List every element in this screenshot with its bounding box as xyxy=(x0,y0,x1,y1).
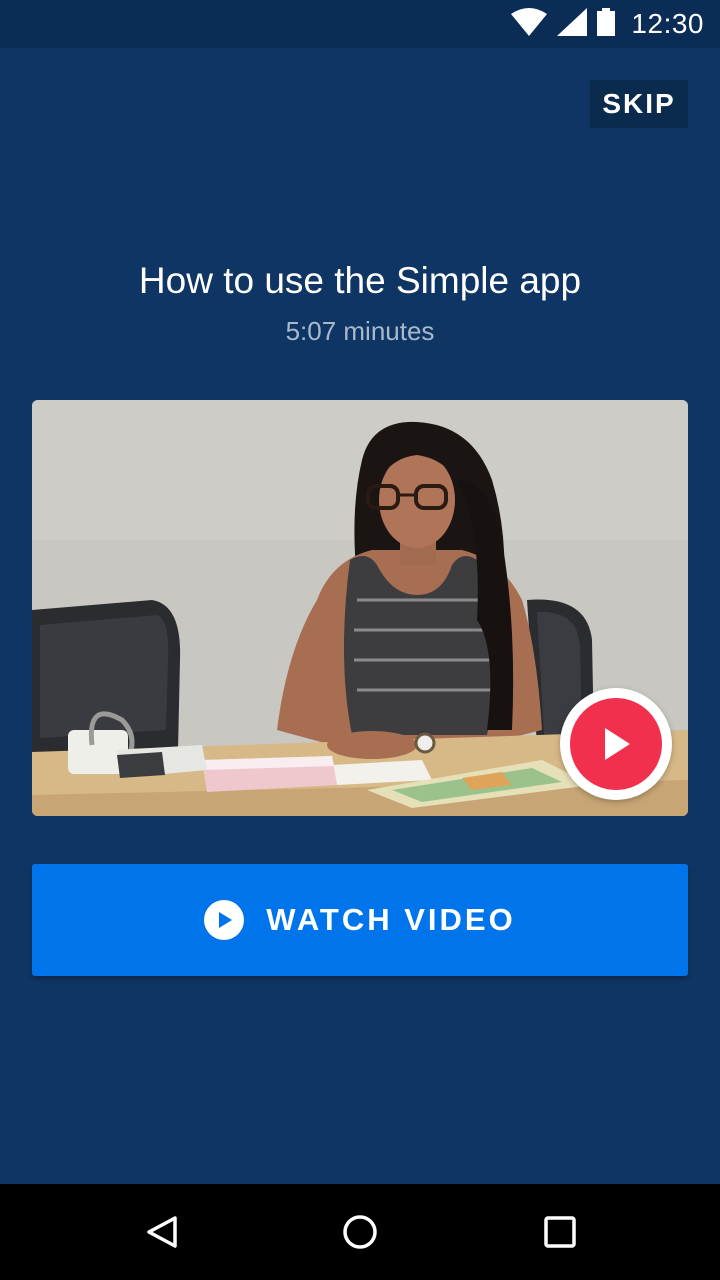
back-icon[interactable] xyxy=(114,1184,210,1280)
video-play-button[interactable] xyxy=(560,688,672,800)
recents-icon[interactable] xyxy=(512,1184,608,1280)
home-icon[interactable] xyxy=(312,1184,408,1280)
watch-video-button[interactable]: WATCH VIDEO xyxy=(32,864,688,976)
status-bar: 12:30 xyxy=(0,0,720,48)
video-title: How to use the Simple app xyxy=(138,260,582,301)
video-duration: 5:07 minutes xyxy=(285,316,435,346)
play-icon xyxy=(570,698,662,790)
signal-icon xyxy=(557,7,588,41)
play-circle-icon xyxy=(204,900,245,940)
watch-video-label: WATCH VIDEO xyxy=(266,902,516,937)
video-thumbnail[interactable] xyxy=(32,400,688,816)
skip-button[interactable]: SKIP xyxy=(590,80,688,128)
wifi-icon xyxy=(511,7,548,41)
navigation-bar xyxy=(0,1184,720,1280)
battery-icon xyxy=(597,7,616,41)
status-icons: 12:30 xyxy=(511,0,704,48)
status-time: 12:30 xyxy=(631,8,704,39)
